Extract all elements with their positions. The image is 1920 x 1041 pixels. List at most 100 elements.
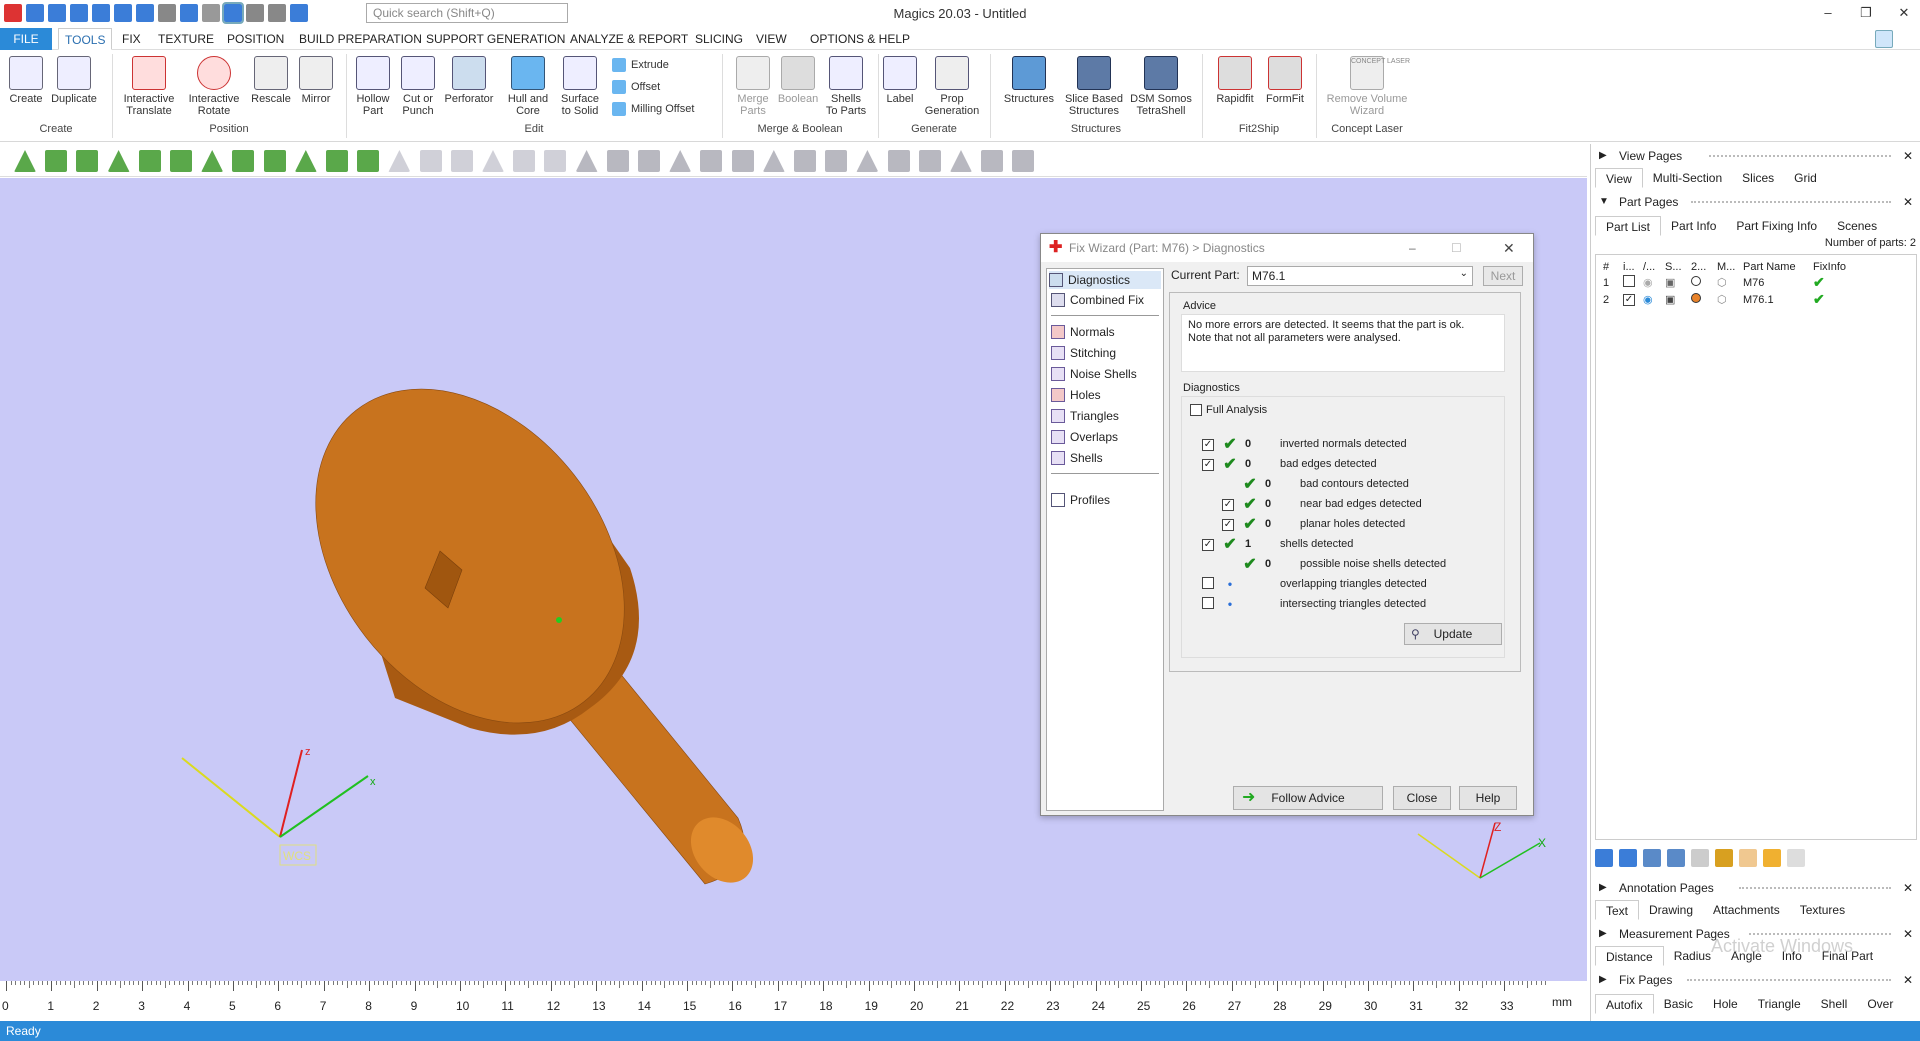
close-icon[interactable]: ✕ bbox=[1903, 192, 1913, 212]
dialog-minimize-button[interactable]: – bbox=[1409, 234, 1416, 262]
surface-to-solid-button[interactable]: Surface to Solid bbox=[554, 56, 606, 117]
view-pages-header[interactable]: ▶ View Pages ✕ bbox=[1591, 146, 1920, 166]
part-list[interactable] bbox=[1595, 254, 1917, 840]
tab-shell[interactable]: Shell bbox=[1811, 994, 1858, 1014]
full-analysis-checkbox[interactable]: Full Analysis bbox=[1190, 401, 1267, 419]
close-window-button[interactable]: ✕ bbox=[1888, 2, 1920, 24]
slice-based-structures-button[interactable]: Slice Based Structures bbox=[1062, 56, 1126, 117]
extrude-button[interactable]: Extrude bbox=[612, 58, 669, 72]
offset-button[interactable]: Offset bbox=[612, 80, 660, 94]
tab-options-help[interactable]: OPTIONS & HELP bbox=[804, 28, 916, 50]
tab-text[interactable]: Text bbox=[1595, 900, 1640, 920]
nav-triangles[interactable]: Triangles bbox=[1051, 407, 1119, 425]
group-icon[interactable] bbox=[1667, 849, 1685, 867]
table-row[interactable]: 1 ◉ ▣ ⬡ M76 ✔ bbox=[1601, 274, 1861, 291]
tab-position[interactable]: POSITION bbox=[221, 28, 290, 50]
mirror-button[interactable]: Mirror bbox=[294, 56, 338, 105]
diagnostic-checkbox[interactable] bbox=[1202, 576, 1214, 589]
tab-slicing[interactable]: SLICING bbox=[689, 28, 749, 50]
mark-tool-icon[interactable] bbox=[357, 150, 380, 172]
tab-drawing[interactable]: Drawing bbox=[1639, 900, 1703, 920]
milling-offset-button[interactable]: Milling Offset bbox=[612, 102, 694, 116]
mark-tool-icon[interactable] bbox=[887, 150, 910, 172]
mark-tool-icon[interactable] bbox=[326, 150, 348, 172]
duplicate-button[interactable]: Duplicate bbox=[48, 56, 100, 105]
dialog-close-button[interactable]: ✕ bbox=[1503, 234, 1515, 262]
mark-tool-icon[interactable] bbox=[762, 150, 785, 172]
remove-volume-wizard-button[interactable]: CONCEPT LASER Remove Volume Wizard bbox=[1324, 56, 1410, 117]
create-button[interactable]: Create bbox=[4, 56, 48, 105]
boolean-button[interactable]: Boolean bbox=[776, 56, 820, 105]
mark-tool-icon[interactable] bbox=[981, 150, 1004, 172]
eye-icon[interactable]: ◉ bbox=[1641, 274, 1663, 291]
mark-tool-icon[interactable] bbox=[76, 150, 99, 172]
shell-select-icon[interactable] bbox=[1643, 849, 1661, 867]
mark-tool-icon[interactable] bbox=[107, 150, 130, 172]
mark-tool-icon[interactable] bbox=[950, 150, 972, 172]
hollow-part-button[interactable]: Hollow Part bbox=[350, 56, 396, 117]
delete-part-icon[interactable] bbox=[1691, 849, 1709, 867]
color-icon[interactable] bbox=[1715, 849, 1733, 867]
tab-texture[interactable]: TEXTURE bbox=[152, 28, 220, 50]
part-visible-checkbox[interactable]: ✓ bbox=[1623, 294, 1635, 306]
nav-holes[interactable]: Holes bbox=[1051, 386, 1101, 404]
mark-tool-icon[interactable] bbox=[575, 150, 598, 172]
update-button[interactable]: ⚲ Update bbox=[1404, 623, 1502, 645]
mark-tool-icon[interactable] bbox=[450, 150, 473, 172]
tab-view-pane[interactable]: View bbox=[1595, 168, 1643, 188]
mark-tool-icon[interactable] bbox=[232, 150, 255, 172]
nav-diagnostics[interactable]: Diagnostics bbox=[1049, 271, 1161, 289]
checkbox[interactable] bbox=[1190, 404, 1202, 416]
color-swatch[interactable] bbox=[1691, 276, 1701, 286]
color-swatch[interactable] bbox=[1691, 293, 1701, 303]
nav-noise-shells[interactable]: Noise Shells bbox=[1051, 365, 1137, 383]
mark-tool-icon[interactable] bbox=[794, 150, 816, 172]
mark-tool-icon[interactable] bbox=[544, 150, 567, 172]
perforator-button[interactable]: Perforator bbox=[440, 56, 498, 105]
next-button[interactable]: Next bbox=[1483, 266, 1523, 286]
diagnostic-checkbox[interactable]: ✓ bbox=[1222, 498, 1234, 511]
dsm-somos-tetrashell-button[interactable]: DSM Somos TetraShell bbox=[1128, 56, 1194, 117]
tab-hole[interactable]: Hole bbox=[1703, 994, 1748, 1014]
fix-pages-header[interactable]: ▶ Fix Pages ✕ bbox=[1591, 970, 1920, 990]
mark-tool-icon[interactable] bbox=[201, 150, 224, 172]
mark-tool-icon[interactable] bbox=[731, 150, 754, 172]
tab-fix[interactable]: FIX bbox=[116, 28, 147, 50]
tab-analyze-report[interactable]: ANALYZE & REPORT bbox=[564, 28, 694, 50]
mark-tool-icon[interactable] bbox=[482, 150, 504, 172]
tab-part-list[interactable]: Part List bbox=[1595, 216, 1662, 236]
current-part-select[interactable]: M76.1 ⌄ bbox=[1247, 266, 1473, 286]
tab-basic[interactable]: Basic bbox=[1654, 994, 1703, 1014]
select-parts-icon[interactable] bbox=[1619, 849, 1637, 867]
mark-tool-icon[interactable] bbox=[45, 150, 68, 172]
close-icon[interactable]: ✕ bbox=[1903, 146, 1913, 166]
copy-icon[interactable] bbox=[1787, 849, 1805, 867]
part-pages-header[interactable]: ▼ Part Pages ✕ bbox=[1591, 192, 1920, 212]
layout-icon[interactable] bbox=[1875, 30, 1893, 48]
mark-tool-icon[interactable] bbox=[918, 150, 941, 172]
close-button[interactable]: Close bbox=[1393, 786, 1451, 810]
tab-part-fixing-info[interactable]: Part Fixing Info bbox=[1726, 216, 1827, 236]
rescale-button[interactable]: Rescale bbox=[248, 56, 294, 105]
mark-tool-icon[interactable] bbox=[419, 150, 442, 172]
close-icon[interactable]: ✕ bbox=[1903, 878, 1913, 898]
nav-normals[interactable]: Normals bbox=[1051, 323, 1115, 341]
paint-icon[interactable] bbox=[1763, 849, 1781, 867]
mark-tool-icon[interactable] bbox=[1012, 150, 1035, 172]
tab-support-generation[interactable]: SUPPORT GENERATION bbox=[420, 28, 571, 50]
mark-tool-icon[interactable] bbox=[669, 150, 692, 172]
follow-advice-button[interactable]: ➜ Follow Advice bbox=[1233, 786, 1383, 810]
tab-grid[interactable]: Grid bbox=[1784, 168, 1827, 188]
mark-tool-icon[interactable] bbox=[138, 150, 161, 172]
annotation-pages-header[interactable]: ▶ Annotation Pages ✕ bbox=[1591, 878, 1920, 898]
eye-icon[interactable]: ◉ bbox=[1641, 291, 1663, 308]
mark-tool-icon[interactable] bbox=[606, 150, 629, 172]
diagnostic-checkbox[interactable]: ✓ bbox=[1202, 538, 1214, 551]
tab-distance[interactable]: Distance bbox=[1595, 946, 1664, 966]
mark-tool-icon[interactable] bbox=[388, 150, 411, 172]
nav-overlaps[interactable]: Overlaps bbox=[1051, 428, 1118, 446]
minimize-button[interactable]: – bbox=[1812, 2, 1844, 24]
nav-combined-fix[interactable]: Combined Fix bbox=[1051, 291, 1144, 309]
prop-generation-button[interactable]: Prop Generation bbox=[922, 56, 982, 117]
mark-tool-icon[interactable] bbox=[294, 150, 317, 172]
